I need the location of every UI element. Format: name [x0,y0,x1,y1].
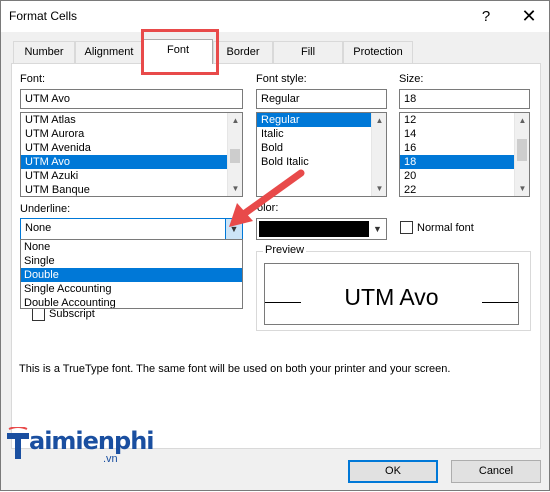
annotation-arrow [229,169,305,227]
format-cells-dialog: Format Cells ? ✕ Number Alignment Font B… [0,0,550,491]
arrow-shaft [237,169,305,220]
